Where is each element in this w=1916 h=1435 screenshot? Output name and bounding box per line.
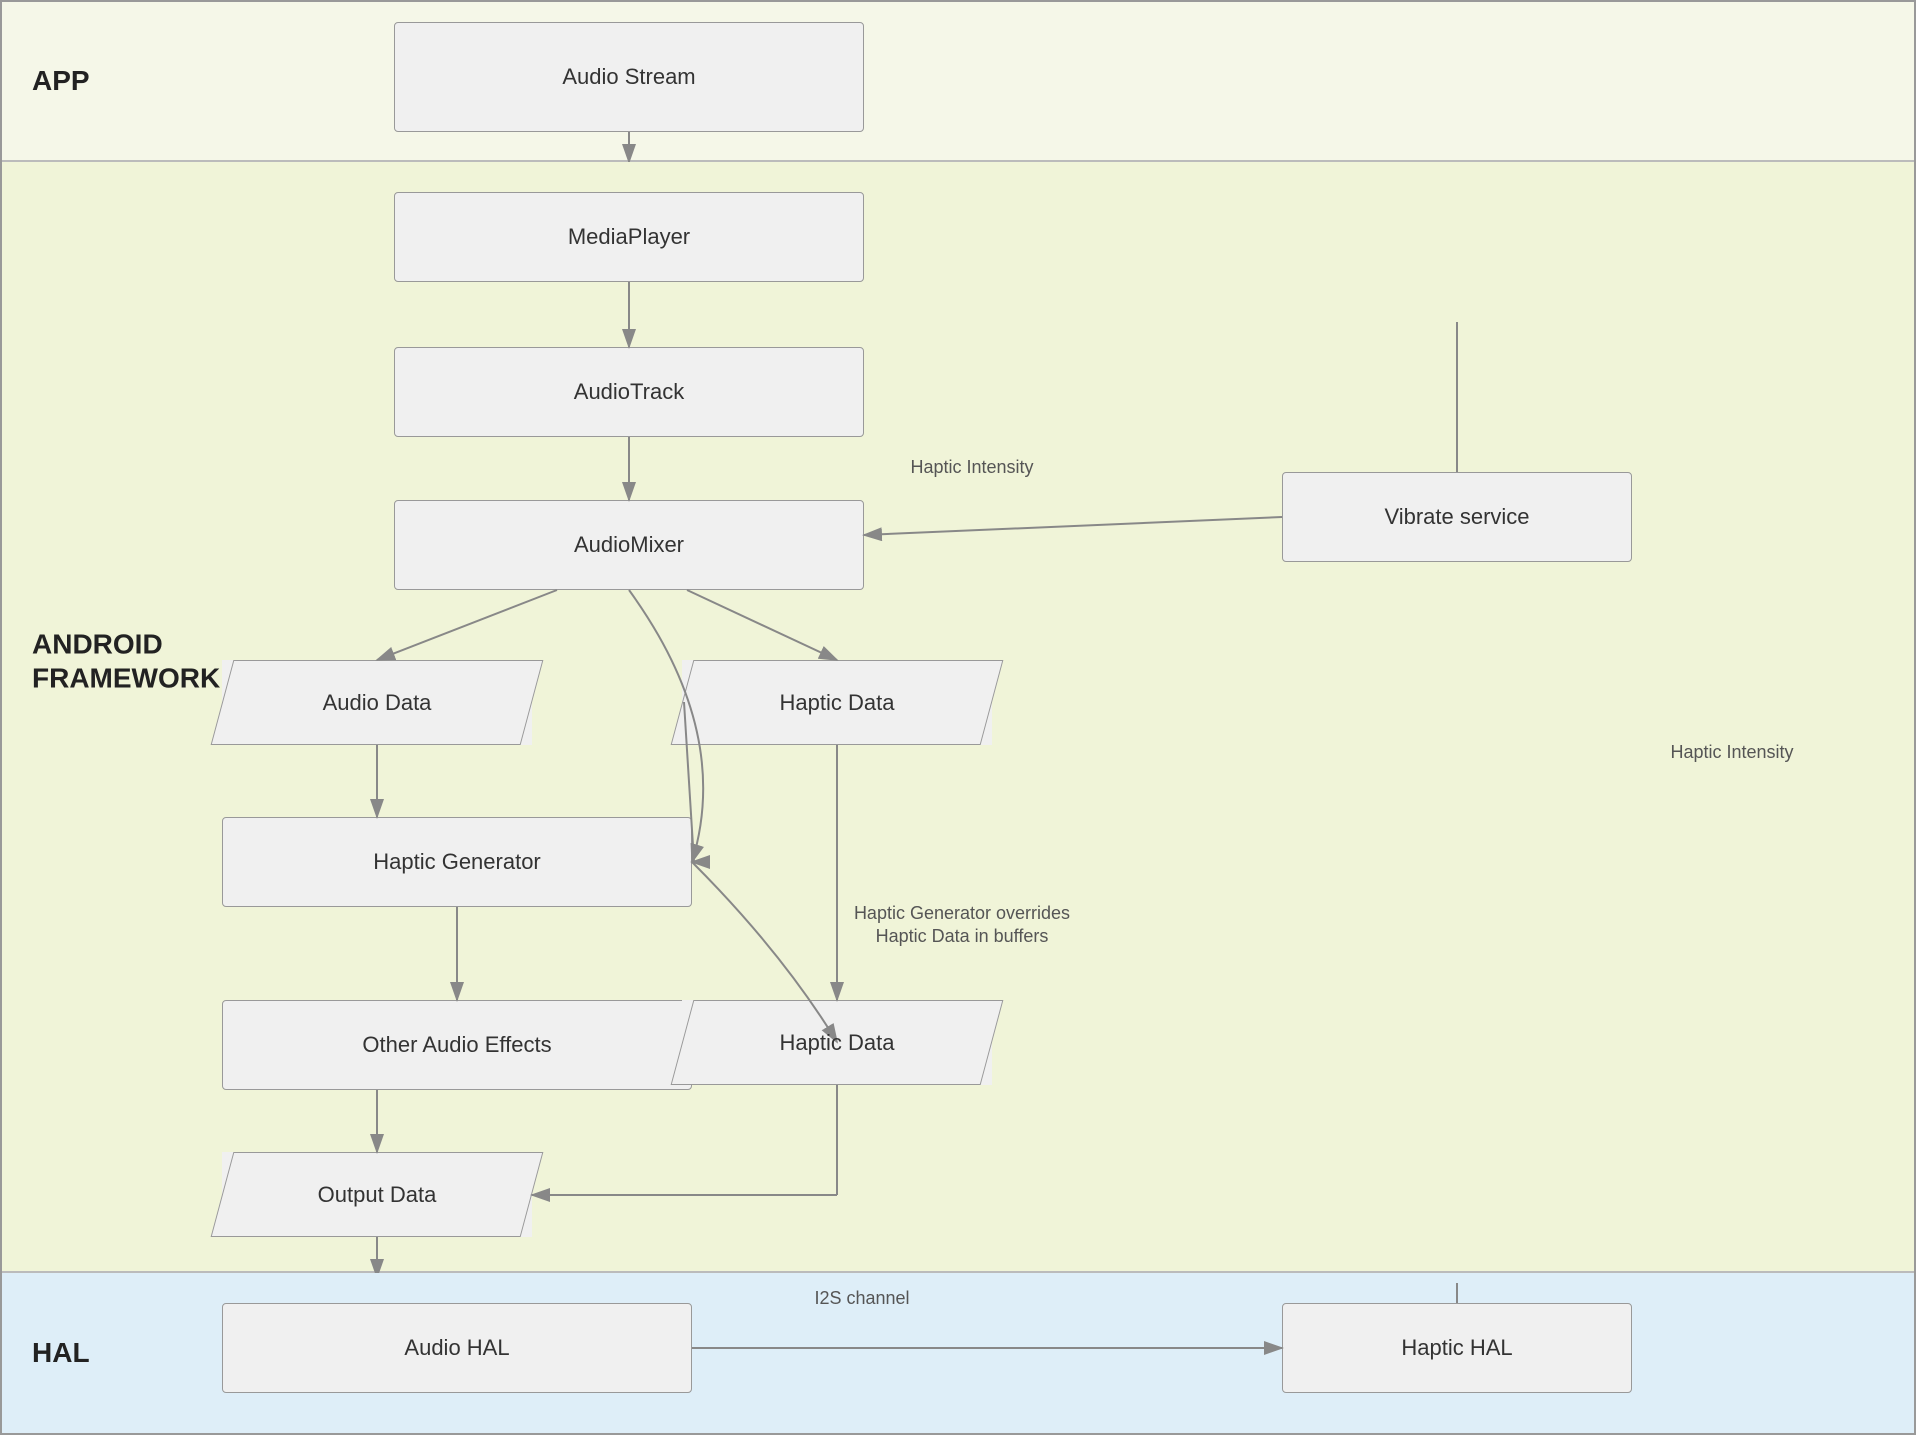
section-hal: HAL Audio HAL Haptic HAL I2S channel: [2, 1273, 1914, 1433]
hal-label: HAL: [32, 1336, 90, 1370]
app-label: APP: [32, 64, 90, 98]
app-arrows: [2, 2, 1914, 160]
framework-label: ANDROID FRAMEWORK: [32, 627, 220, 694]
audio-data-box: Audio Data: [222, 660, 532, 745]
diagram-container: APP Audio Stream ANDROID FRAMEWORK Media…: [0, 0, 1916, 1435]
section-framework: ANDROID FRAMEWORK MediaPlayer AudioTrack…: [2, 162, 1914, 1273]
haptic-intensity-label-2: Haptic Intensity: [1632, 742, 1832, 763]
i2s-channel-label: I2S channel: [762, 1288, 962, 1309]
audio-hal-box: Audio HAL: [222, 1303, 692, 1393]
media-player-box: MediaPlayer: [394, 192, 864, 282]
audio-mixer-box: AudioMixer: [394, 500, 864, 590]
section-app: APP Audio Stream: [2, 2, 1914, 162]
haptic-generator-overrides-label: Haptic Generator overrides Haptic Data i…: [817, 902, 1107, 949]
haptic-data-1-box: Haptic Data: [682, 660, 992, 745]
audio-track-box: AudioTrack: [394, 347, 864, 437]
other-audio-effects-box: Other Audio Effects: [222, 1000, 692, 1090]
haptic-intensity-label-1: Haptic Intensity: [872, 457, 1072, 478]
haptic-hal-box: Haptic HAL: [1282, 1303, 1632, 1393]
haptic-data-2-box: Haptic Data: [682, 1000, 992, 1085]
output-data-box: Output Data: [222, 1152, 532, 1237]
audio-stream-box: Audio Stream: [394, 22, 864, 132]
haptic-generator-box: Haptic Generator: [222, 817, 692, 907]
vibrate-service-box: Vibrate service: [1282, 472, 1632, 562]
